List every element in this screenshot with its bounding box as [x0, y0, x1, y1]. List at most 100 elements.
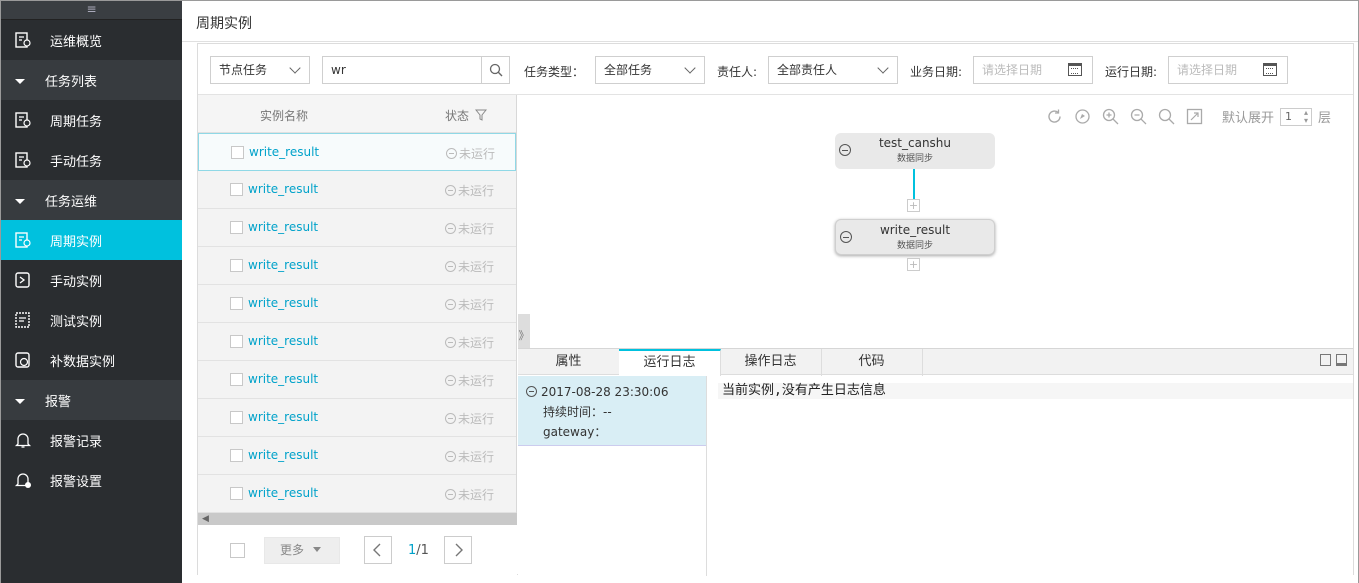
sidebar-item-test-instance[interactable]: 测试实例 — [1, 300, 182, 340]
instance-name-link[interactable]: write_result — [248, 296, 318, 310]
row-checkbox[interactable] — [230, 487, 243, 500]
row-checkbox[interactable] — [230, 411, 243, 424]
sidebar-item-label: 报警设置 — [50, 474, 103, 490]
log-entry[interactable]: 2017-08-28 23:30:06 持续时间：-- gateway： — [518, 376, 706, 446]
next-page-button[interactable] — [444, 536, 472, 564]
zoom-out-icon[interactable] — [1130, 108, 1148, 126]
not-run-icon — [445, 261, 456, 272]
detail-panel: 属性 运行日志 操作日志 代码 2017-08-28 23:30:06 持续时间… — [518, 348, 1353, 576]
run-date-input[interactable]: 请选择日期 — [1168, 56, 1288, 84]
table-row[interactable]: write_result 未运行 — [198, 133, 516, 171]
task-type-select[interactable]: 全部任务 — [595, 56, 705, 84]
expand-node-icon[interactable]: + — [907, 199, 920, 212]
scroll-left-icon[interactable]: ◀ — [202, 514, 209, 524]
sidebar-item-alarm-records[interactable]: 报警记录 — [1, 420, 182, 460]
biz-date-label: 业务日期: — [910, 65, 963, 79]
column-header-status[interactable]: 状态 — [445, 107, 487, 124]
search-button[interactable] — [481, 57, 509, 83]
not-run-icon — [445, 451, 456, 462]
instance-name-link[interactable]: write_result — [248, 448, 318, 462]
instance-name-link[interactable]: write_result — [248, 182, 318, 196]
tab-run-log[interactable]: 运行日志 — [619, 349, 721, 376]
row-checkbox[interactable] — [230, 221, 243, 234]
row-checkbox[interactable] — [230, 335, 243, 348]
sidebar-item-alarm-settings[interactable]: 报警设置 — [1, 460, 182, 500]
search-icon[interactable] — [1158, 108, 1176, 126]
row-checkbox[interactable] — [230, 259, 243, 272]
instance-name-link[interactable]: write_result — [249, 145, 319, 159]
sidebar-item-overview[interactable]: 运维概览 — [1, 20, 182, 60]
instance-name-link[interactable]: write_result — [248, 372, 318, 386]
select-all-checkbox[interactable] — [230, 543, 245, 558]
more-button[interactable]: 更多 — [264, 537, 340, 564]
log-entry-duration: 持续时间：-- — [543, 405, 612, 419]
row-checkbox[interactable] — [230, 449, 243, 462]
app-window: ≡ 运维概览 任务列表 周期任务 手动任务 任务运维 周期实例 手动实例 测试实… — [0, 0, 1359, 583]
run-date-placeholder: 请选择日期 — [1177, 63, 1238, 77]
sidebar-item-label: 手动实例 — [50, 274, 103, 290]
expand-level-value: 1 — [1284, 109, 1292, 123]
sidebar-group-alarm[interactable]: 报警 — [1, 380, 182, 420]
table-row[interactable]: write_result 未运行 — [198, 171, 516, 209]
instance-name-link[interactable]: write_result — [248, 258, 318, 272]
node-type-select[interactable]: 节点任务 — [210, 56, 310, 84]
row-checkbox[interactable] — [230, 183, 243, 196]
task-icon — [13, 150, 33, 170]
collapse-node-icon[interactable] — [839, 144, 851, 156]
table-row[interactable]: write_result 未运行 — [198, 247, 516, 285]
owner-select[interactable]: 全部责任人 — [768, 56, 898, 84]
task-icon — [13, 110, 33, 130]
sidebar-item-manual-task[interactable]: 手动任务 — [1, 140, 182, 180]
prev-page-button[interactable] — [364, 536, 392, 564]
table-row[interactable]: write_result 未运行 — [198, 285, 516, 323]
sidebar-group-task-list[interactable]: 任务列表 — [1, 60, 182, 100]
column-header-status-label: 状态 — [445, 109, 470, 123]
row-checkbox[interactable] — [230, 297, 243, 310]
sidebar-item-backfill-instance[interactable]: 补数据实例 — [1, 340, 182, 380]
restore-panel-icon[interactable] — [1320, 354, 1331, 366]
minimize-panel-icon[interactable] — [1336, 354, 1347, 366]
dag-node-test-canshu[interactable]: test_canshu 数据同步 — [835, 133, 995, 169]
tab-operation-log[interactable]: 操作日志 — [720, 349, 822, 376]
table-row[interactable]: write_result 未运行 — [198, 437, 516, 475]
filter-icon[interactable] — [474, 109, 487, 121]
backfill-icon — [13, 350, 33, 370]
table-row[interactable]: write_result 未运行 — [198, 323, 516, 361]
dag-node-write-result[interactable]: write_result 数据同步 — [835, 219, 995, 255]
expand-level-input[interactable]: 1 ▴ ▾ — [1279, 107, 1312, 126]
horizontal-scrollbar[interactable]: ◀ — [198, 513, 517, 525]
row-checkbox[interactable] — [231, 146, 244, 159]
status-badge: 未运行 — [445, 258, 494, 275]
sidebar-item-cycle-task[interactable]: 周期任务 — [1, 100, 182, 140]
table-row[interactable]: write_result 未运行 — [198, 361, 516, 399]
tab-properties[interactable]: 属性 — [518, 349, 620, 376]
not-run-icon — [446, 148, 457, 159]
table-row[interactable]: write_result 未运行 — [198, 399, 516, 437]
table-row[interactable]: write_result 未运行 — [198, 475, 516, 513]
sidebar-item-manual-instance[interactable]: 手动实例 — [1, 260, 182, 300]
refresh-icon[interactable] — [1046, 108, 1064, 126]
dag-graph: 默认展开 1 ▴ ▾ 层 test_canshu 数据同步 + write_resu… — [518, 95, 1353, 348]
locate-icon[interactable] — [1074, 108, 1092, 126]
instance-name-link[interactable]: write_result — [248, 410, 318, 424]
search-input[interactable]: wr — [322, 56, 510, 84]
expand-node-icon[interactable]: + — [907, 258, 920, 271]
not-run-icon — [445, 375, 456, 386]
biz-date-input[interactable]: 请选择日期 — [973, 56, 1093, 84]
collapse-icon[interactable] — [526, 386, 537, 397]
biz-date-placeholder: 请选择日期 — [982, 63, 1043, 77]
zoom-in-icon[interactable] — [1102, 108, 1120, 126]
tab-code[interactable]: 代码 — [821, 349, 923, 376]
row-checkbox[interactable] — [230, 373, 243, 386]
instance-name-link[interactable]: write_result — [248, 220, 318, 234]
sidebar-collapse-handle[interactable]: ≡ — [1, 1, 182, 20]
sidebar-item-cycle-instance[interactable]: 周期实例 — [1, 220, 182, 260]
caret-down-icon — [15, 78, 25, 84]
instance-name-link[interactable]: write_result — [248, 334, 318, 348]
table-row[interactable]: write_result 未运行 — [198, 209, 516, 247]
instance-name-link[interactable]: write_result — [248, 486, 318, 500]
fullscreen-icon[interactable] — [1186, 108, 1204, 126]
collapse-node-icon[interactable] — [840, 231, 852, 243]
sidebar-group-task-ops[interactable]: 任务运维 — [1, 180, 182, 220]
search-icon — [489, 63, 502, 77]
